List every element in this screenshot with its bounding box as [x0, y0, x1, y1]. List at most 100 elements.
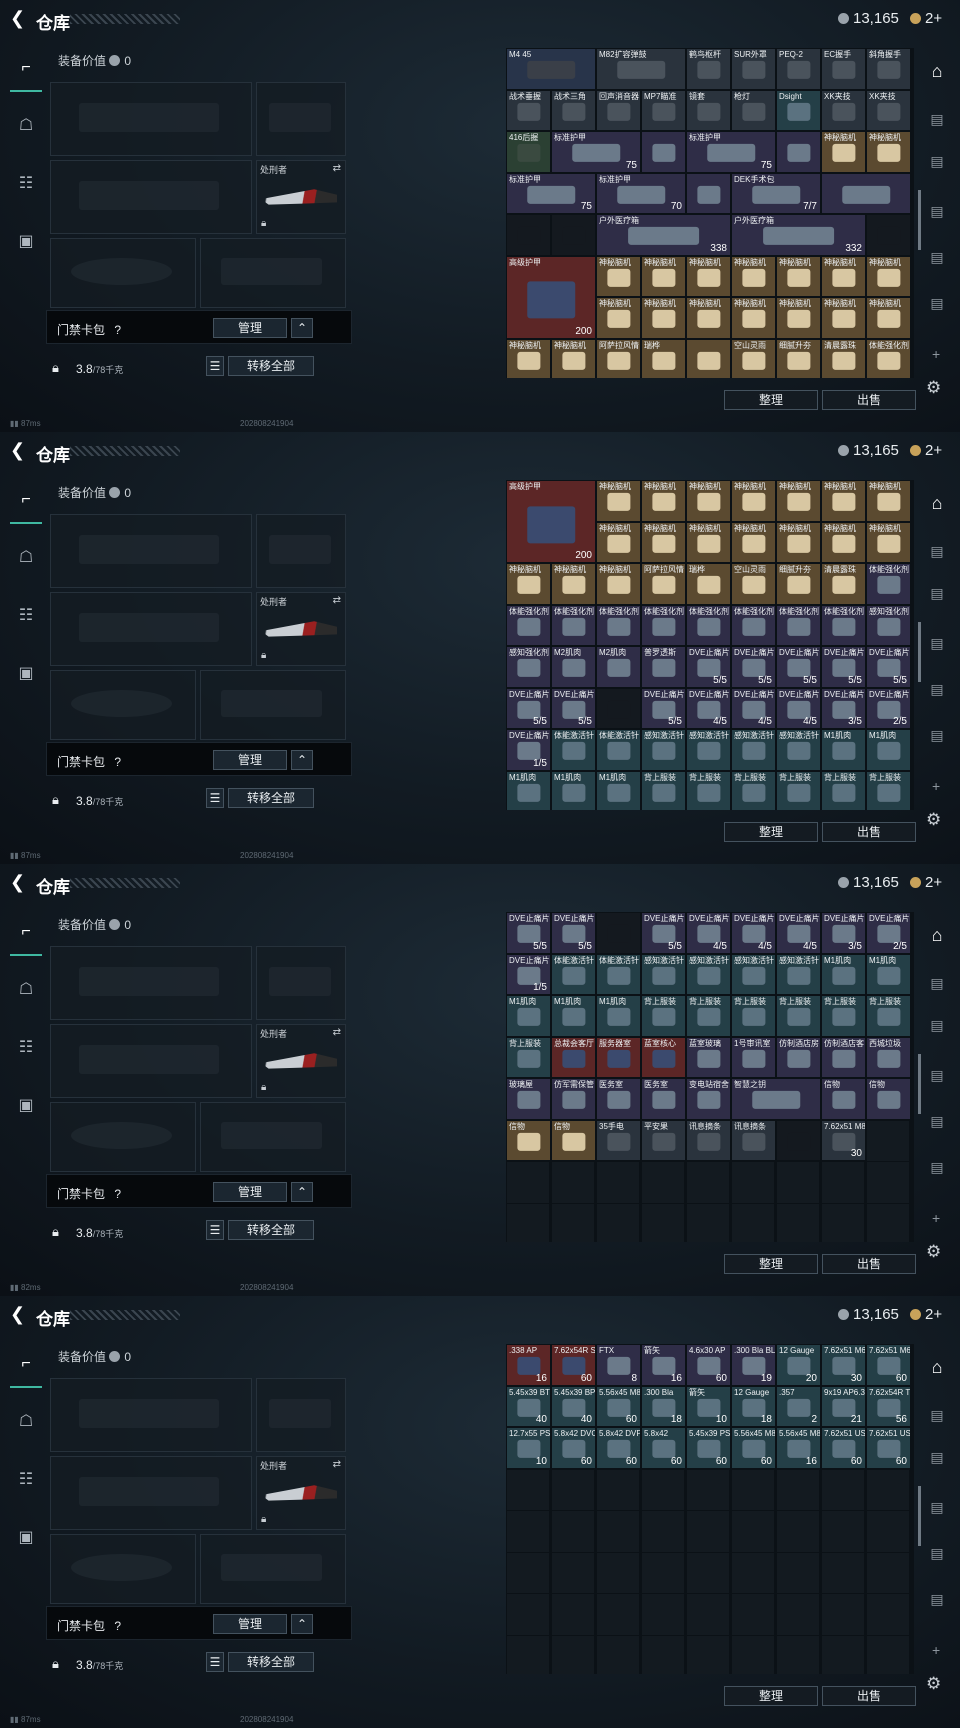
empty-grid-cell[interactable]: [641, 1161, 685, 1204]
storage-page-icon[interactable]: ▤: [924, 676, 950, 702]
inventory-item[interactable]: 9x19 AP6.3 21: [821, 1385, 866, 1427]
inventory-item[interactable]: PEQ-2: [776, 48, 821, 90]
inventory-item[interactable]: 神秘脑机: [596, 563, 641, 605]
inventory-item[interactable]: 体能激活针: [596, 953, 641, 995]
help-icon[interactable]: ?: [114, 755, 121, 769]
transfer-all-button[interactable]: 转移全部: [228, 1652, 314, 1672]
inventory-item[interactable]: 神秘脑机: [506, 338, 551, 378]
inventory-item[interactable]: 5.45x39 BT 40: [506, 1385, 551, 1427]
inventory-item[interactable]: 医务室: [596, 1078, 641, 1120]
gun-tab-icon[interactable]: ⌐: [10, 908, 42, 956]
inventory-item[interactable]: [866, 214, 911, 256]
help-icon[interactable]: ?: [114, 323, 121, 337]
collapse-chevron-icon[interactable]: ⌃: [291, 318, 313, 338]
empty-grid-cell[interactable]: [596, 1468, 640, 1512]
empty-grid-cell[interactable]: [731, 1468, 775, 1512]
inventory-item[interactable]: 神秘脑机: [596, 297, 641, 339]
inventory-item[interactable]: 神秘脑机: [776, 297, 821, 339]
inventory-item[interactable]: 背上服装: [821, 995, 866, 1037]
inventory-item[interactable]: 信物: [506, 1119, 551, 1161]
settings-gear-icon[interactable]: ⚙: [926, 810, 941, 830]
empty-grid-cell[interactable]: [506, 1593, 550, 1636]
inventory-item[interactable]: 神秘脑机: [821, 255, 866, 297]
storage-home-icon[interactable]: ⌂: [924, 922, 950, 948]
inventory-item[interactable]: [506, 214, 551, 256]
inventory-item[interactable]: FTX 8: [596, 1344, 641, 1386]
empty-grid-cell[interactable]: [596, 1510, 640, 1553]
inventory-item[interactable]: 神秘脑机: [686, 521, 731, 563]
inventory-item[interactable]: 12 Gauge 18: [731, 1385, 776, 1427]
transfer-all-button[interactable]: 转移全部: [228, 356, 314, 376]
inventory-item[interactable]: .300 Bla 18: [641, 1385, 686, 1427]
inventory-item[interactable]: 鹤鸟枢杆: [686, 48, 731, 90]
inventory-item[interactable]: [596, 912, 641, 954]
inventory-item[interactable]: 神秘脑机: [551, 338, 596, 378]
inventory-item[interactable]: 神秘脑机: [866, 255, 911, 297]
inventory-item[interactable]: M2肌肉: [596, 646, 641, 688]
empty-grid-cell[interactable]: [641, 1551, 685, 1595]
inventory-item[interactable]: 镜套: [686, 89, 731, 131]
inventory-item[interactable]: [776, 1119, 821, 1161]
inventory-item[interactable]: 普罗透斯: [641, 646, 686, 688]
inventory-item[interactable]: 背上服装: [686, 770, 731, 810]
empty-grid-cell[interactable]: [551, 1202, 595, 1242]
sell-button[interactable]: 出售: [822, 1686, 916, 1706]
grid-scrollbar[interactable]: [918, 622, 921, 682]
pistol-slot[interactable]: [256, 1378, 346, 1452]
inventory-item[interactable]: 神秘脑机: [731, 297, 776, 339]
inventory-item[interactable]: DVE止痛片 5/5: [731, 646, 776, 688]
inventory-item[interactable]: 5.8x42 DVC12 60: [551, 1427, 596, 1469]
empty-grid-cell[interactable]: [821, 1202, 865, 1242]
empty-grid-cell[interactable]: [776, 1202, 820, 1242]
inventory-item[interactable]: 感知激活针: [641, 729, 686, 771]
inventory-item[interactable]: 清晨露珠: [821, 563, 866, 605]
inventory-item[interactable]: 体能强化剂: [551, 604, 596, 646]
inventory-item[interactable]: 7.62x51 US 60: [821, 1427, 866, 1469]
inventory-item[interactable]: DVE止痛片 5/5: [686, 646, 731, 688]
inventory-item[interactable]: 仿制酒店房: [776, 1036, 821, 1078]
settings-gear-icon[interactable]: ⚙: [926, 1242, 941, 1262]
secondary-weapon-slot[interactable]: [50, 592, 252, 666]
inventory-item[interactable]: 背上服装: [776, 770, 821, 810]
swap-icon[interactable]: ⇄: [333, 1027, 341, 1038]
empty-grid-cell[interactable]: [596, 1634, 640, 1674]
inventory-item[interactable]: 神秘脑机: [866, 480, 911, 522]
inventory-item[interactable]: 感知强化剂: [866, 604, 911, 646]
gun-tab-icon[interactable]: ⌐: [10, 1340, 42, 1388]
clipboard-tab-icon[interactable]: ☷: [10, 160, 42, 208]
empty-grid-cell[interactable]: [776, 1634, 820, 1674]
storage-page-icon[interactable]: ▤: [924, 1402, 950, 1428]
inventory-item[interactable]: [686, 172, 731, 214]
empty-grid-cell[interactable]: [776, 1510, 820, 1553]
inventory-item[interactable]: 信物: [821, 1078, 866, 1120]
add-page-icon[interactable]: +: [932, 1642, 940, 1658]
gun-tab-icon[interactable]: ⌐: [10, 476, 42, 524]
empty-grid-cell[interactable]: [686, 1202, 730, 1242]
empty-grid-cell[interactable]: [731, 1202, 775, 1242]
inventory-item[interactable]: 医务室: [641, 1078, 686, 1120]
inventory-item[interactable]: 神秘脑机: [821, 480, 866, 522]
inventory-item[interactable]: 感知激活针: [686, 953, 731, 995]
inventory-item[interactable]: 416后握: [506, 131, 551, 173]
inventory-item[interactable]: DVE止痛片 4/5: [686, 912, 731, 954]
inventory-item[interactable]: 背上服装: [506, 1036, 551, 1078]
storage-page-icon[interactable]: ▤: [924, 538, 950, 564]
empty-grid-cell[interactable]: [641, 1202, 685, 1242]
inventory-item[interactable]: 讯息摘条: [686, 1119, 731, 1161]
briefcase-tab-icon[interactable]: ▣: [10, 218, 42, 266]
sell-button[interactable]: 出售: [822, 822, 916, 842]
inventory-item[interactable]: 体能激活针: [551, 953, 596, 995]
add-page-icon[interactable]: +: [932, 346, 940, 362]
inventory-item[interactable]: DVE止痛片 5/5: [641, 687, 686, 729]
back-arrow-icon[interactable]: ❮: [10, 441, 28, 459]
inventory-item[interactable]: [686, 338, 731, 378]
transfer-all-button[interactable]: 转移全部: [228, 1220, 314, 1240]
empty-grid-cell[interactable]: [866, 1551, 910, 1595]
inventory-item[interactable]: XK夹技: [866, 89, 911, 131]
inventory-item[interactable]: 7.62x54R SNB 60: [551, 1344, 596, 1386]
inventory-item[interactable]: 斜角握手: [866, 48, 911, 90]
inventory-item[interactable]: DVE止痛片 5/5: [641, 912, 686, 954]
inventory-item[interactable]: 服务器室: [596, 1036, 641, 1078]
empty-grid-cell[interactable]: [731, 1551, 775, 1595]
empty-grid-cell[interactable]: [776, 1593, 820, 1636]
